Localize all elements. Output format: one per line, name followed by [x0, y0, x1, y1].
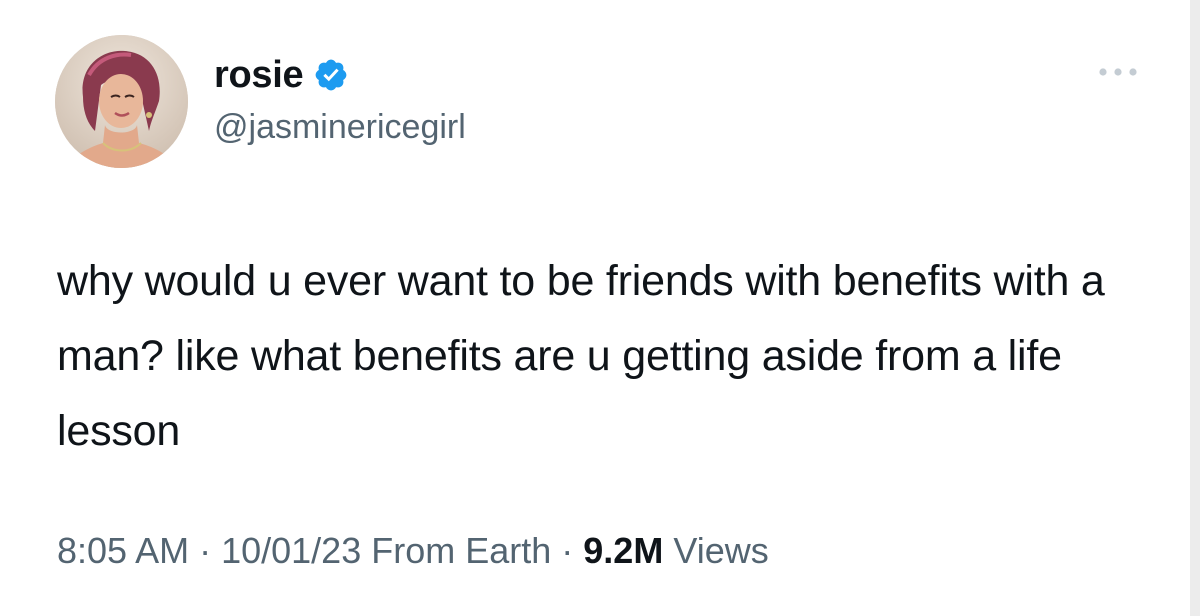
meta-separator: ·: [561, 530, 574, 571]
views-count[interactable]: 9.2M: [583, 530, 663, 572]
author-name-row: rosie: [214, 53, 349, 97]
views-label: Views: [673, 530, 769, 571]
author-handle[interactable]: @jasminericegirl: [214, 108, 466, 147]
tweet-time[interactable]: 8:05 AM: [57, 530, 189, 572]
scrollbar-track[interactable]: [1190, 0, 1200, 616]
tweet-source: From Earth: [371, 530, 552, 571]
tweet-card: rosie @jasminericegirl why would u ever …: [0, 0, 1200, 616]
tweet-meta: 8:05 AM · 10/01/23 From Earth · 9.2M Vie…: [57, 530, 769, 572]
ellipsis-icon[interactable]: [1094, 62, 1142, 82]
meta-separator: ·: [199, 530, 212, 571]
verified-badge-icon: [313, 57, 349, 93]
profile-photo-icon: [55, 35, 188, 168]
tweet-date[interactable]: 10/01/23: [221, 530, 361, 572]
author-display-name[interactable]: rosie: [214, 54, 304, 97]
avatar[interactable]: [55, 35, 188, 168]
tweet-text: why would u ever want to be friends with…: [57, 257, 1105, 455]
